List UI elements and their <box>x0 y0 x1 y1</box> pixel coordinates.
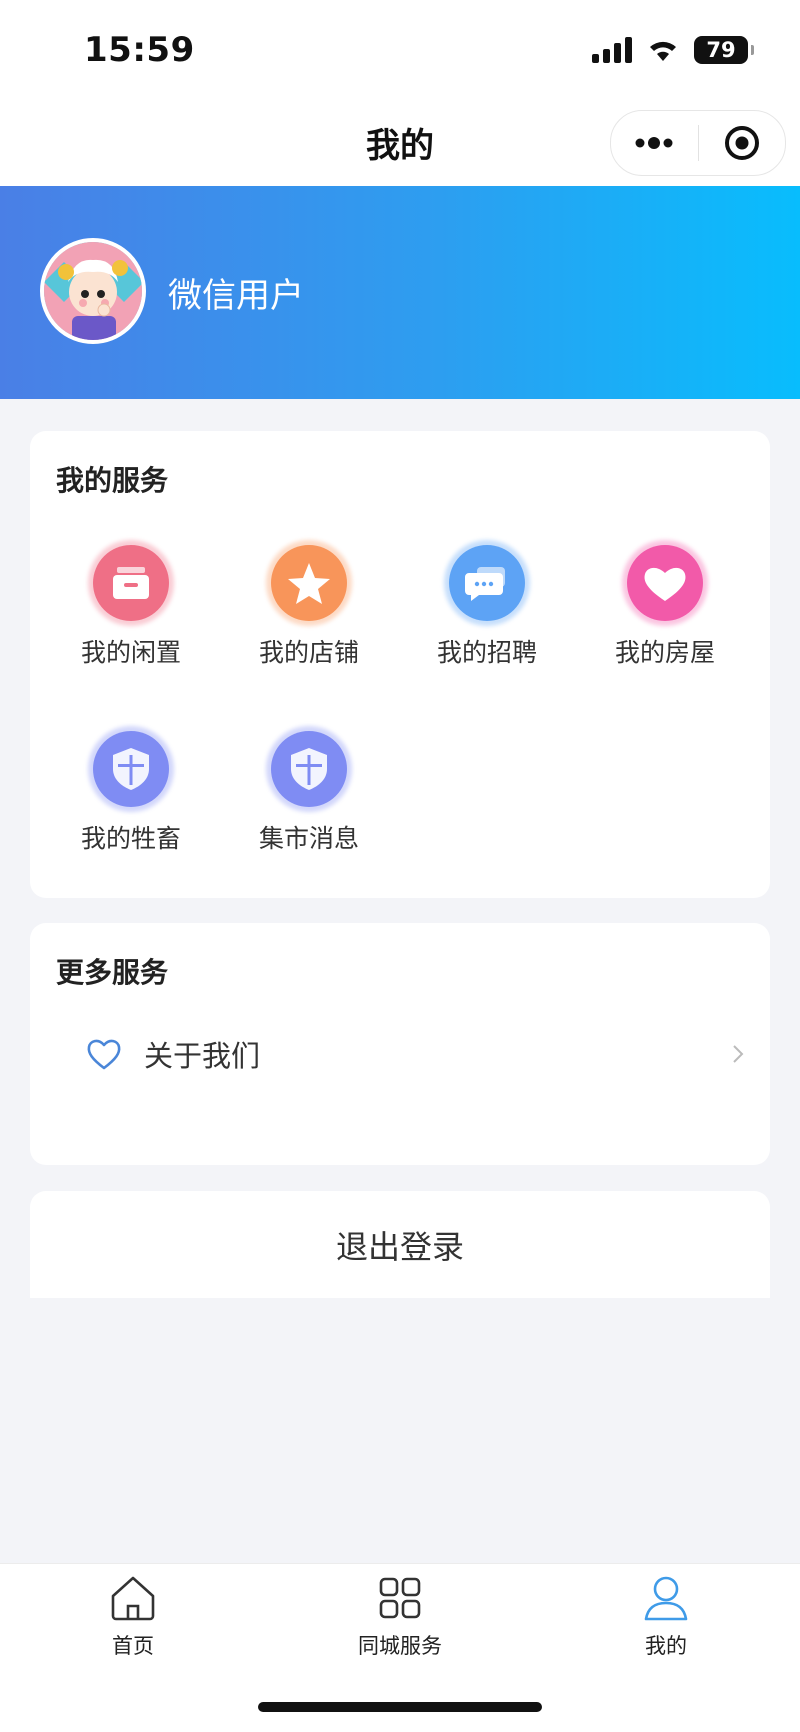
chevron-right-icon <box>733 1045 744 1063</box>
service-label: 我的牲畜 <box>80 824 181 853</box>
service-my-idle[interactable]: 我的闲置 <box>56 545 206 669</box>
target-icon <box>724 126 759 160</box>
star-icon <box>271 545 347 621</box>
avatar-image <box>44 242 142 340</box>
my-services-card: 我的服务 我的闲置 我的店铺 我的招聘 我的房屋 我的牲畜 集市消息 <box>30 431 770 898</box>
status-icons: 79 <box>592 36 754 64</box>
service-label: 集市消息 <box>258 824 359 853</box>
profile-banner: 微信用户 <box>0 186 800 399</box>
logout-button[interactable]: 退出登录 <box>30 1191 770 1298</box>
about-us-label: 关于我们 <box>144 1039 261 1073</box>
service-market-messages[interactable]: 集市消息 <box>234 731 384 855</box>
cellular-signal-icon <box>592 37 632 63</box>
wifi-icon <box>650 41 676 61</box>
close-mini-program-button[interactable] <box>699 111 786 175</box>
service-my-recruitment[interactable]: 我的招聘 <box>412 545 562 669</box>
grid-icon <box>379 1577 421 1619</box>
header: 15:59 79 我的 <box>0 0 800 186</box>
battery-icon: 79 <box>694 36 754 64</box>
more-services-title: 更多服务 <box>56 956 169 989</box>
drawer-icon <box>93 545 169 621</box>
tab-home[interactable]: 首页 <box>53 1572 213 1660</box>
about-us-row[interactable]: 关于我们 <box>86 1019 746 1089</box>
mini-program-capsule <box>610 110 786 176</box>
tab-mine[interactable]: 我的 <box>586 1572 746 1660</box>
username[interactable]: 微信用户 <box>168 268 304 317</box>
home-icon <box>111 1576 155 1621</box>
chat-icon <box>449 545 525 621</box>
service-label: 我的房屋 <box>614 638 715 667</box>
my-services-title: 我的服务 <box>56 464 169 497</box>
tab-local-services[interactable]: 同城服务 <box>320 1572 480 1660</box>
tab-label: 首页 <box>112 1634 154 1658</box>
service-label: 我的闲置 <box>80 638 181 667</box>
avatar[interactable] <box>40 238 146 344</box>
service-label: 我的店铺 <box>258 638 359 667</box>
shield-icon <box>93 731 169 807</box>
more-button[interactable] <box>611 111 698 175</box>
service-my-livestock[interactable]: 我的牲畜 <box>56 731 206 855</box>
tab-label: 我的 <box>645 1634 687 1658</box>
service-my-shop[interactable]: 我的店铺 <box>234 545 384 669</box>
service-label: 我的招聘 <box>436 638 537 667</box>
battery-level: 79 <box>706 38 736 62</box>
tab-label: 同城服务 <box>358 1634 442 1658</box>
heart-outline-icon <box>87 1039 121 1070</box>
status-time: 15:59 <box>84 30 195 70</box>
more-dots-icon <box>635 137 673 149</box>
shield-icon <box>271 731 347 807</box>
more-services-card: 更多服务 关于我们 <box>30 923 770 1165</box>
user-icon <box>644 1576 688 1621</box>
heart-icon <box>627 545 703 621</box>
service-my-house[interactable]: 我的房屋 <box>590 545 740 669</box>
home-indicator <box>258 1702 542 1712</box>
